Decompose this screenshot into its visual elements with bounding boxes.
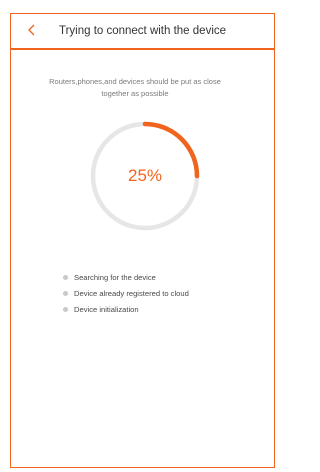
status-label: Device already registered to cloud (74, 288, 189, 298)
status-label: Searching for the device (74, 272, 156, 282)
status-item: Searching for the device (63, 269, 189, 285)
bullet-icon (63, 306, 68, 312)
chevron-left-icon (28, 24, 35, 36)
status-item: Device already registered to cloud (63, 285, 189, 301)
status-label: Device initialization (74, 304, 139, 314)
status-item: Device initialization (63, 301, 189, 317)
page-title: Trying to connect with the device (58, 25, 227, 37)
status-list: Searching for the device Device already … (63, 269, 189, 317)
placement-hint: Routers,phones,and devices should be put… (49, 77, 221, 98)
progress-percent: 25% (127, 166, 163, 185)
bullet-icon (63, 274, 68, 280)
header-bar: Trying to connect with the device (11, 14, 274, 50)
back-button[interactable] (21, 19, 43, 41)
bullet-icon (63, 290, 68, 296)
